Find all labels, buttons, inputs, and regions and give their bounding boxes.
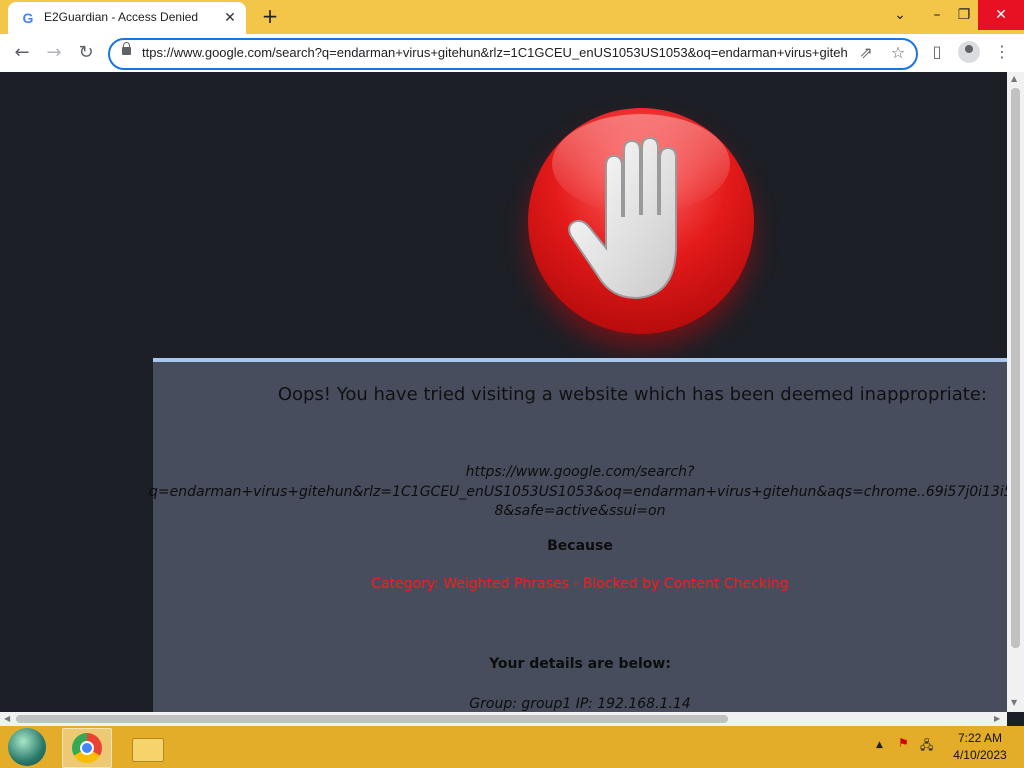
scroll-up-icon[interactable]: ▲: [1011, 74, 1017, 83]
restore-button[interactable]: ❐: [950, 0, 978, 30]
page-content: Oops! You have tried visiting a website …: [0, 72, 1007, 712]
scroll-left-icon[interactable]: ◀: [4, 714, 10, 723]
side-panel-icon[interactable]: ▯: [925, 42, 949, 61]
tab-e2guardian[interactable]: G E2Guardian - Access Denied ✕: [8, 2, 246, 34]
hand-icon: [568, 136, 677, 300]
profile-avatar[interactable]: [958, 41, 980, 63]
tab-search-icon[interactable]: ⌄: [888, 0, 912, 30]
taskbar: ▲ ⚑ 🖧 7:22 AM 4/10/2023: [0, 726, 1024, 768]
taskbar-clock[interactable]: 7:22 AM 4/10/2023: [950, 730, 1010, 764]
blocked-url-line-2: q=endarman+virus+gitehun&rlz=1C1GCEU_enU…: [149, 484, 1007, 500]
new-tab-button[interactable]: +: [260, 6, 280, 26]
because-label: Because: [547, 538, 613, 554]
menu-icon[interactable]: ⋮: [990, 42, 1014, 61]
network-icon[interactable]: 🖧: [920, 736, 933, 757]
tab-strip: G E2Guardian - Access Denied ✕ + ⌄ – ❐ ✕: [0, 0, 1024, 34]
taskbar-file-explorer[interactable]: [122, 728, 170, 766]
scroll-right-icon[interactable]: ▶: [994, 714, 1000, 723]
forward-button[interactable]: →: [42, 42, 66, 64]
vertical-scroll-thumb[interactable]: [1011, 88, 1020, 648]
stop-hand-icon: [528, 108, 754, 334]
start-button-icon[interactable]: [8, 728, 46, 766]
horizontal-scroll-thumb[interactable]: [16, 715, 728, 723]
vertical-scrollbar[interactable]: ▲ ▼: [1007, 72, 1024, 712]
browser-toolbar: ← → ↻ ttps://www.google.com/search?q=end…: [0, 34, 1024, 73]
address-bar[interactable]: ttps://www.google.com/search?q=endarman+…: [108, 38, 918, 70]
google-favicon-icon: G: [22, 10, 34, 26]
lock-icon[interactable]: [122, 42, 131, 55]
folder-icon: [132, 738, 164, 762]
url-text[interactable]: ttps://www.google.com/search?q=endarman+…: [142, 45, 848, 60]
blocked-url-line-1: https://www.google.com/search?: [465, 464, 695, 480]
reload-button[interactable]: ↻: [74, 42, 98, 64]
minimize-button[interactable]: –: [922, 0, 952, 30]
bookmark-star-icon[interactable]: ☆: [888, 43, 908, 62]
taskbar-chrome[interactable]: [62, 728, 112, 768]
share-icon[interactable]: ⇗: [856, 43, 876, 62]
clock-time: 7:22 AM: [957, 731, 1003, 745]
tray-expand-icon[interactable]: ▲: [876, 740, 883, 750]
scroll-down-icon[interactable]: ▼: [1011, 698, 1017, 707]
blocked-url-line-3: 8&safe=active&ssui=on: [494, 503, 666, 519]
chrome-icon: [72, 733, 102, 763]
close-window-button[interactable]: ✕: [978, 0, 1024, 30]
action-center-flag-icon[interactable]: ⚑: [898, 736, 909, 750]
block-reason: Category: Weighted Phrases - Blocked by …: [371, 576, 789, 592]
tab-title: E2Guardian - Access Denied: [44, 10, 199, 24]
horizontal-scrollbar[interactable]: ◀ ▶: [0, 712, 1007, 726]
details-heading: Your details are below:: [489, 656, 671, 672]
back-button[interactable]: ←: [10, 42, 34, 64]
tab-close-icon[interactable]: ✕: [222, 10, 238, 26]
access-denied-panel: Oops! You have tried visiting a website …: [149, 358, 1007, 712]
page-heading: Oops! You have tried visiting a website …: [277, 384, 987, 405]
group-ip-line: Group: group1 IP: 192.168.1.14: [469, 696, 691, 712]
clock-date: 4/10/2023: [953, 748, 1007, 762]
